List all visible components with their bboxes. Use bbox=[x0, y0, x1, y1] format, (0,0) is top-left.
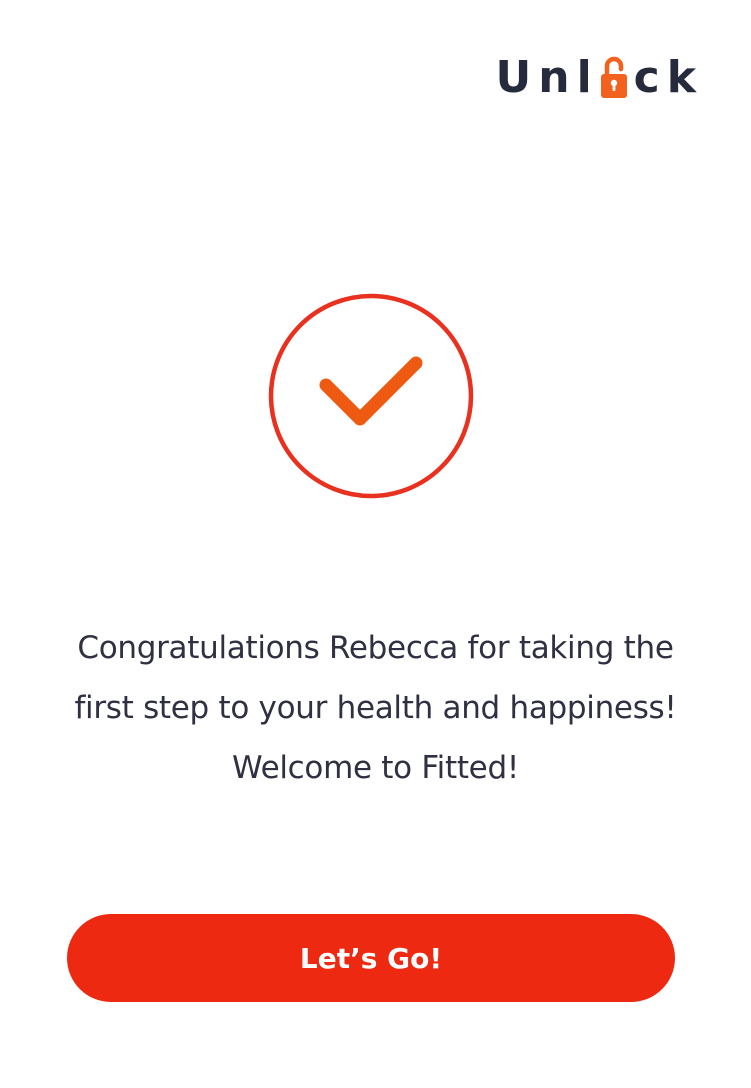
brand-logo: Unl ck bbox=[496, 56, 703, 100]
open-padlock-icon bbox=[600, 56, 628, 100]
checkmark-circle-icon bbox=[268, 293, 474, 499]
welcome-message: Congratulations Rebecca for taking the f… bbox=[74, 630, 677, 786]
lets-go-button[interactable]: Let’s Go! bbox=[67, 914, 675, 1002]
brand-logo-suffix: ck bbox=[633, 52, 703, 103]
success-checkmark bbox=[268, 293, 474, 499]
brand-logo-prefix: Unl bbox=[495, 52, 599, 103]
